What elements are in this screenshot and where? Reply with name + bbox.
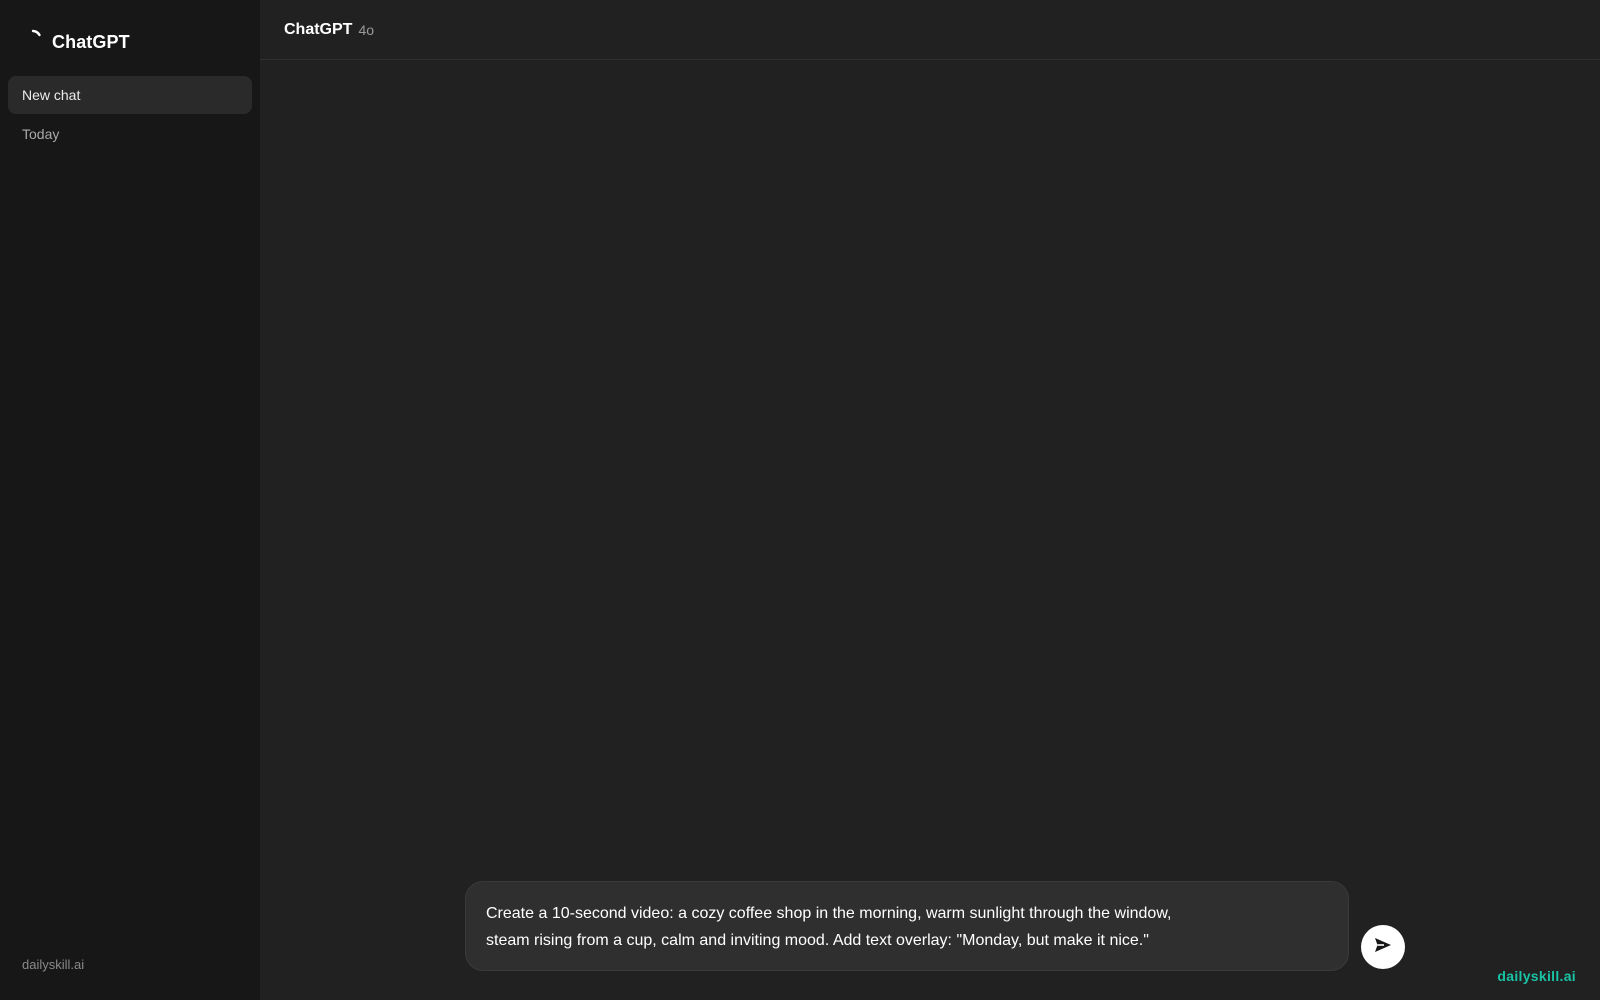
history-section-today: Today	[22, 126, 60, 142]
send-button[interactable]	[1361, 925, 1405, 969]
model-version[interactable]: 4o	[358, 22, 374, 38]
main-panel: ChatGPT 4o Create a 10-second video: a c…	[260, 0, 1600, 1000]
prompt-input[interactable]: Create a 10-second video: a cozy coffee …	[465, 881, 1349, 971]
model-title[interactable]: ChatGPT	[284, 21, 352, 39]
header: ChatGPT 4o	[260, 0, 1600, 60]
sidebar-footer: dailyskill.ai	[22, 957, 85, 972]
brand-name: ChatGPT	[52, 31, 130, 52]
composer-area: Create a 10-second video: a cozy coffee …	[465, 881, 1405, 971]
brand[interactable]: ChatGPT	[8, 0, 252, 84]
sidebar: ChatGPT New chat Today dailyskill.ai	[0, 0, 260, 1000]
send-arrow-icon	[1373, 935, 1393, 960]
watermark: dailyskill.ai	[1497, 968, 1576, 984]
app-window: ChatGPT New chat Today dailyskill.ai Cha…	[0, 0, 1600, 1000]
loading-spinner-icon	[22, 28, 44, 50]
new-chat-button[interactable]: New chat	[8, 76, 252, 114]
